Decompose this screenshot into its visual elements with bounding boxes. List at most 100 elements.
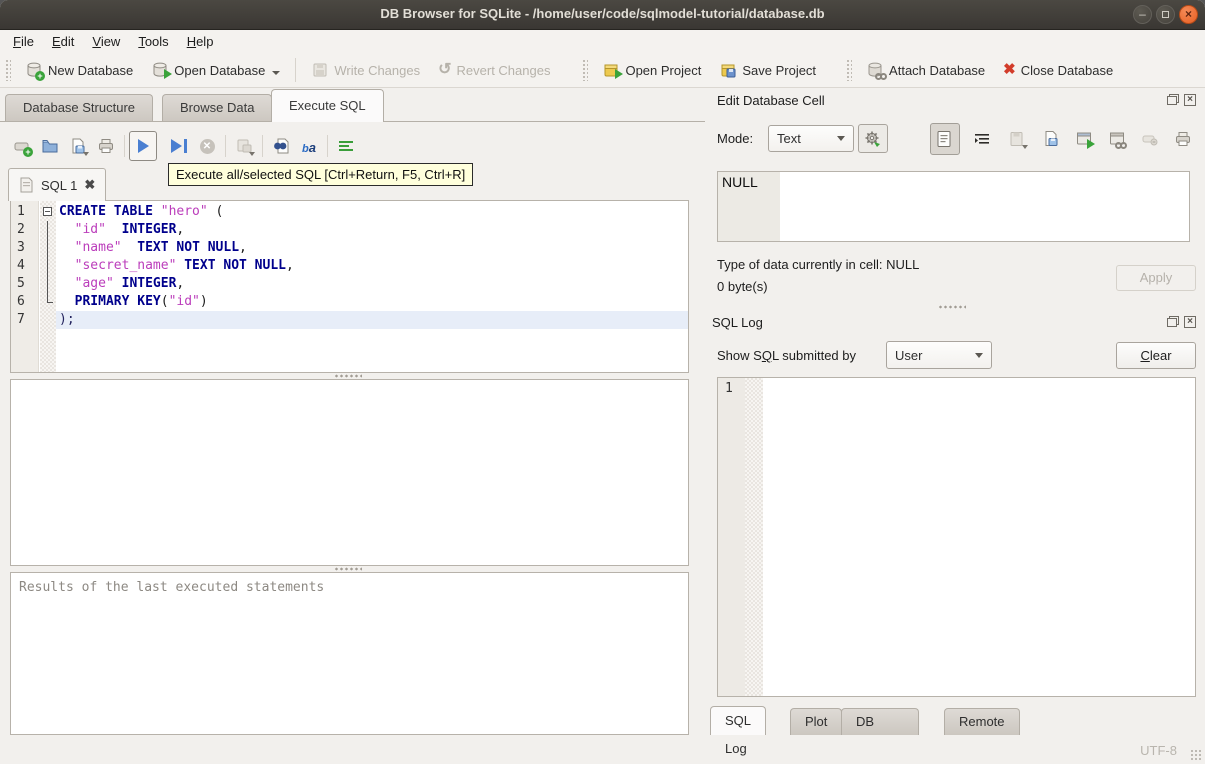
save-sql-file-button[interactable] <box>64 131 92 161</box>
mode-select[interactable]: Text <box>768 125 854 152</box>
close-button[interactable]: × <box>1179 5 1198 24</box>
attach-database-button[interactable]: Attach Database <box>857 56 994 84</box>
close-dock-icon[interactable]: × <box>1184 94 1196 106</box>
log-line-gutter: 1 <box>718 378 745 696</box>
log-filter-select[interactable]: User <box>886 341 992 369</box>
minimize-button[interactable]: – <box>1133 5 1152 24</box>
tab-sql-log[interactable]: SQL Log <box>710 706 766 756</box>
line-number: 3 <box>17 240 25 255</box>
menu-view[interactable]: View <box>83 32 129 51</box>
dropdown-caret-icon <box>83 152 89 156</box>
sql-editor-tab[interactable]: SQL 1 ✖ <box>8 168 107 201</box>
binoculars-icon <box>272 137 290 155</box>
tab-db-schema[interactable]: DB Schema <box>841 708 919 754</box>
menu-edit[interactable]: Edit <box>43 32 83 51</box>
clear-log-button[interactable]: Clear <box>1116 342 1196 369</box>
text-mode-button[interactable] <box>930 123 960 155</box>
line-number: 2 <box>17 222 25 237</box>
log-filter-value: User <box>895 347 923 363</box>
toolbar-handle[interactable] <box>846 59 853 81</box>
tab-plot[interactable]: Plot <box>790 708 843 735</box>
window-controls: – × <box>1133 5 1198 24</box>
tab-database-structure[interactable]: Database Structure <box>5 94 154 122</box>
format-sql-button[interactable] <box>332 131 360 161</box>
open-project-button[interactable]: Open Project <box>593 56 710 84</box>
sql-log-view[interactable]: 1 <box>717 377 1196 697</box>
link-badge-icon <box>875 73 888 81</box>
fold-collapse-icon[interactable] <box>43 207 52 216</box>
execute-line-bar-icon <box>184 139 187 153</box>
toolbar-separator <box>262 135 263 157</box>
autocomplete-button[interactable]: ba <box>295 131 323 161</box>
word-wrap-icon <box>973 130 991 148</box>
tab-browse-data[interactable]: Browse Data <box>162 94 273 122</box>
new-sql-tab-button[interactable]: + <box>8 131 36 161</box>
titlebar[interactable]: DB Browser for SQLite - /home/user/code/… <box>0 0 1205 30</box>
code-area[interactable]: CREATE TABLE "hero" ( "id" INTEGER, "nam… <box>56 201 688 372</box>
toolbar-separator <box>327 135 328 157</box>
green-arrow-icon <box>1087 139 1095 149</box>
results-message-pane[interactable]: Results of the last executed statements <box>10 572 689 735</box>
open-external-button[interactable] <box>1069 123 1099 155</box>
toolbar-handle[interactable] <box>5 59 11 81</box>
splitter-handle[interactable] <box>334 374 362 378</box>
open-database-icon <box>151 61 173 79</box>
code-line: "secret_name" TEXT NOT NULL, <box>74 258 294 273</box>
dropdown-caret-icon <box>1022 145 1028 149</box>
toolbar-separator <box>225 135 226 157</box>
code-line: "age" INTEGER, <box>74 276 185 291</box>
resize-grip[interactable] <box>1190 749 1202 761</box>
set-null-button <box>1135 123 1165 155</box>
save-results-button <box>230 131 258 161</box>
plus-badge-icon: + <box>23 147 33 157</box>
stop-execution-button: ✕ <box>193 131 221 161</box>
toolbar-separator <box>124 135 125 157</box>
line-number: 5 <box>17 276 25 291</box>
find-replace-button[interactable] <box>267 131 295 161</box>
main-tabbar: Database Structure Browse Data Execute S… <box>0 88 705 122</box>
save-project-button[interactable]: Save Project <box>710 56 825 84</box>
log-fold-margin <box>745 378 763 696</box>
results-grid-pane[interactable] <box>10 379 689 566</box>
print-cell-button[interactable] <box>1168 123 1198 155</box>
maximize-button[interactable] <box>1156 5 1175 24</box>
save-project-icon <box>719 61 737 79</box>
execute-line-button[interactable] <box>165 131 193 161</box>
open-database-button[interactable]: Open Database <box>142 56 289 84</box>
menu-tools[interactable]: Tools <box>129 32 177 51</box>
print-sql-button[interactable] <box>92 131 120 161</box>
sql-log-title: SQL Log <box>712 315 763 330</box>
close-database-button[interactable]: ✖ Close Database <box>994 56 1122 84</box>
dock-splitter-handle[interactable] <box>938 305 966 309</box>
line-number: 1 <box>17 204 25 219</box>
replace-text-icon: ba <box>302 140 316 155</box>
new-database-label: New Database <box>48 62 134 78</box>
fold-margin[interactable] <box>40 201 56 372</box>
log-line-number: 1 <box>725 381 733 396</box>
close-dock-icon[interactable]: × <box>1184 316 1196 328</box>
tab-remote[interactable]: Remote <box>944 708 1020 735</box>
float-dock-icon[interactable] <box>1167 94 1179 105</box>
menu-file[interactable]: File <box>4 32 43 51</box>
tab-execute-sql[interactable]: Execute SQL <box>271 89 384 122</box>
float-dock-icon[interactable] <box>1167 316 1179 327</box>
open-database-dropdown[interactable] <box>272 71 281 75</box>
export-data-button[interactable] <box>1036 123 1066 155</box>
cell-size-info: 0 byte(s) <box>717 279 768 294</box>
menu-help[interactable]: Help <box>178 32 223 51</box>
line-number-gutter: 1 2 3 4 5 6 7 <box>11 201 39 372</box>
open-sql-file-button[interactable] <box>36 131 64 161</box>
apply-button: Apply <box>1116 265 1196 291</box>
toolbar-handle[interactable] <box>582 59 589 81</box>
new-database-button[interactable]: + New Database <box>16 56 142 84</box>
close-tab-icon[interactable]: ✖ <box>84 177 95 193</box>
sql-editor[interactable]: 1 2 3 4 5 6 7 CREATE TABLE "hero" ( "id"… <box>10 200 689 373</box>
execute-all-icon <box>137 139 149 153</box>
word-wrap-button[interactable] <box>967 123 997 155</box>
copy-link-button[interactable] <box>1102 123 1132 155</box>
auto-switch-mode-button[interactable] <box>858 124 888 153</box>
cell-value-editor[interactable]: NULL <box>717 171 1190 242</box>
splitter-handle[interactable] <box>334 567 362 571</box>
main-toolbar: + New Database Open Database Write Chang… <box>0 53 1205 88</box>
execute-all-button[interactable] <box>129 131 157 161</box>
